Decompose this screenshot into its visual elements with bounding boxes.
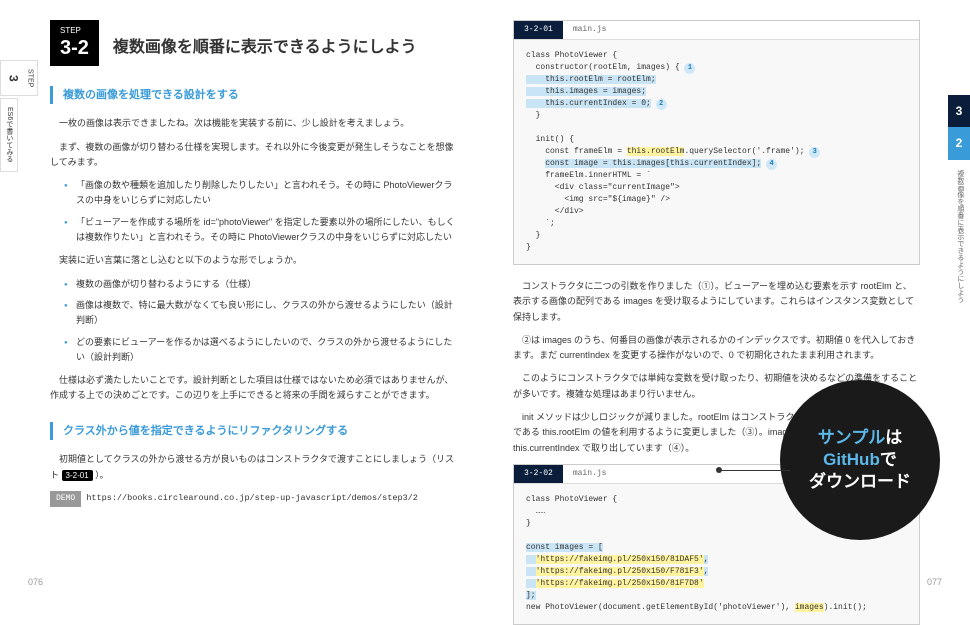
- demo-url-line: DEMO https://books.circlearound.co.jp/st…: [50, 491, 457, 507]
- section-heading-2: クラス外から値を指定できるようにリファクタリングする: [50, 422, 457, 441]
- page-right: 3-2-01 main.js class PhotoViewer { const…: [485, 0, 970, 600]
- code-ref-badge: 3-2-01: [62, 470, 93, 481]
- code-ref-badge: 3-2-01: [514, 21, 563, 39]
- title-row: STEP 3-2 複数画像を順番に表示できるようにしよう: [50, 20, 457, 66]
- page-number: 076: [28, 575, 43, 590]
- download-badge: サンプルは GitHubで ダウンロード: [780, 380, 940, 540]
- sidetab-chapter: 3: [948, 95, 970, 127]
- left-sidetab: STEP 3 ES6で書いてみる: [0, 60, 16, 174]
- code-ref-badge: 3-2-02: [514, 465, 563, 483]
- right-sidetab: 3 2 複数画像を順番に表示できるようにしよう: [948, 95, 970, 313]
- list-item: 「画像の数や種類を追加したり削除したりしたい」と言われそう。その時に Photo…: [64, 178, 457, 209]
- page-number: 077: [927, 575, 942, 590]
- sidetab-section: 2: [948, 127, 970, 159]
- sidetab-step: STEP 3: [0, 60, 38, 96]
- list-item: 「ビューアーを作成する場所を id="photoViewer" を指定した要素以…: [64, 215, 457, 246]
- demo-tag: DEMO: [50, 491, 81, 507]
- body-text: コンストラクタに二つの引数を作りました（①）。ビューアーを埋め込む要素を示す r…: [513, 279, 920, 325]
- callout-2: 2: [656, 99, 667, 110]
- code-header: 3-2-01 main.js: [514, 21, 919, 40]
- book-spread: STEP 3 ES6で書いてみる STEP 3-2 複数画像を順番に表示できるよ…: [0, 0, 970, 600]
- sidetab-label: 複数画像を順番に表示できるようにしよう: [948, 160, 970, 313]
- callout-4: 4: [766, 159, 777, 170]
- body-text: 一枚の画像は表示できましたね。次は機能を実装する前に、少し設計を考えましょう。: [50, 116, 457, 131]
- body-text: ②は images のうち、何番目の画像が表示されるかのインデックスです。初期値…: [513, 333, 920, 364]
- step-badge: STEP 3-2: [50, 20, 99, 66]
- list-item: どの要素にビューアーを作るかは選べるようにしたいので、クラスの外から渡せるように…: [64, 335, 457, 366]
- bullet-list: 複数の画像が切り替わるようにする（仕様） 画像は複数で、特に最大数がなくても良い…: [64, 277, 457, 365]
- callout-3: 3: [809, 147, 820, 158]
- code-body: class PhotoViewer { constructor(rootElm,…: [514, 40, 919, 264]
- demo-url[interactable]: https://books.circlearound.co.jp/step-up…: [86, 493, 418, 503]
- list-item: 複数の画像が切り替わるようにする（仕様）: [64, 277, 457, 292]
- list-item: 画像は複数で、特に最大数がなくても良い形にし、クラスの外から渡せるようにしたい（…: [64, 298, 457, 329]
- sidetab-label: ES6で書いてみる: [0, 98, 18, 171]
- code-filename: main.js: [563, 465, 617, 483]
- code-filename: main.js: [563, 21, 617, 39]
- body-text: 初期値としてクラスの外から渡せる方が良いものはコンストラクタで渡すことにしましょ…: [50, 452, 457, 483]
- callout-1: 1: [684, 63, 695, 74]
- page-left: STEP 3 ES6で書いてみる STEP 3-2 複数画像を順番に表示できるよ…: [0, 0, 485, 600]
- code-listing-1: 3-2-01 main.js class PhotoViewer { const…: [513, 20, 920, 265]
- page-title: 複数画像を順番に表示できるようにしよう: [113, 34, 417, 65]
- bullet-list: 「画像の数や種類を追加したり削除したりしたい」と言われそう。その時に Photo…: [64, 178, 457, 245]
- body-text: まず、複数の画像が切り替わる仕様を実現します。それ以外に今後変更が発生しそうなこ…: [50, 140, 457, 171]
- body-text: 仕様は必ず満たしたいことです。設計判断とした項目は仕様ではないため必須ではありま…: [50, 373, 457, 404]
- section-heading-1: 複数の画像を処理できる設計をする: [50, 86, 457, 105]
- body-text: 実装に近い言葉に落とし込むと以下のような形でしょうか。: [50, 253, 457, 268]
